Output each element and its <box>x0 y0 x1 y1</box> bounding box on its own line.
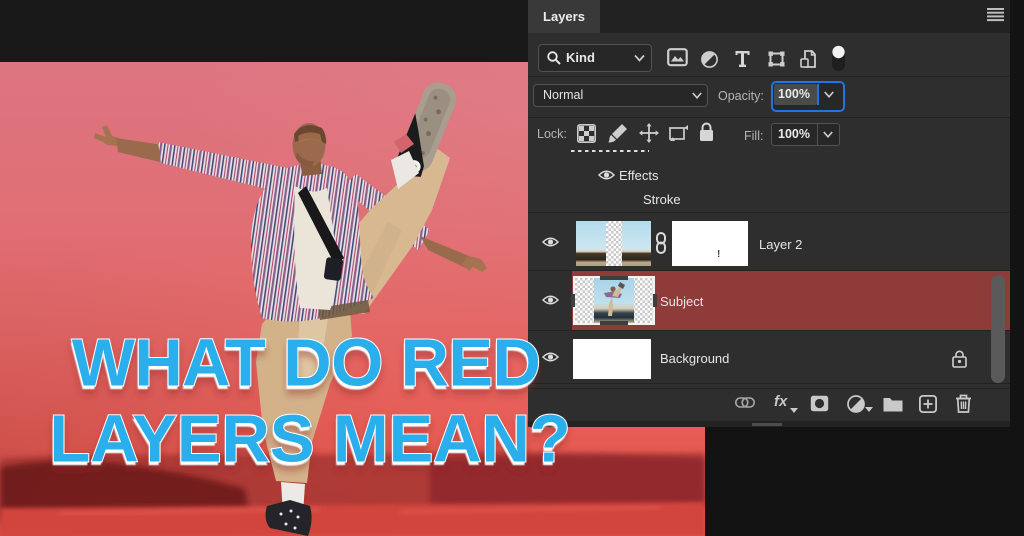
svg-text:LAYERS MEAN?: LAYERS MEAN? <box>49 402 570 477</box>
svg-text:WHAT DO RED: WHAT DO RED <box>72 326 541 401</box>
